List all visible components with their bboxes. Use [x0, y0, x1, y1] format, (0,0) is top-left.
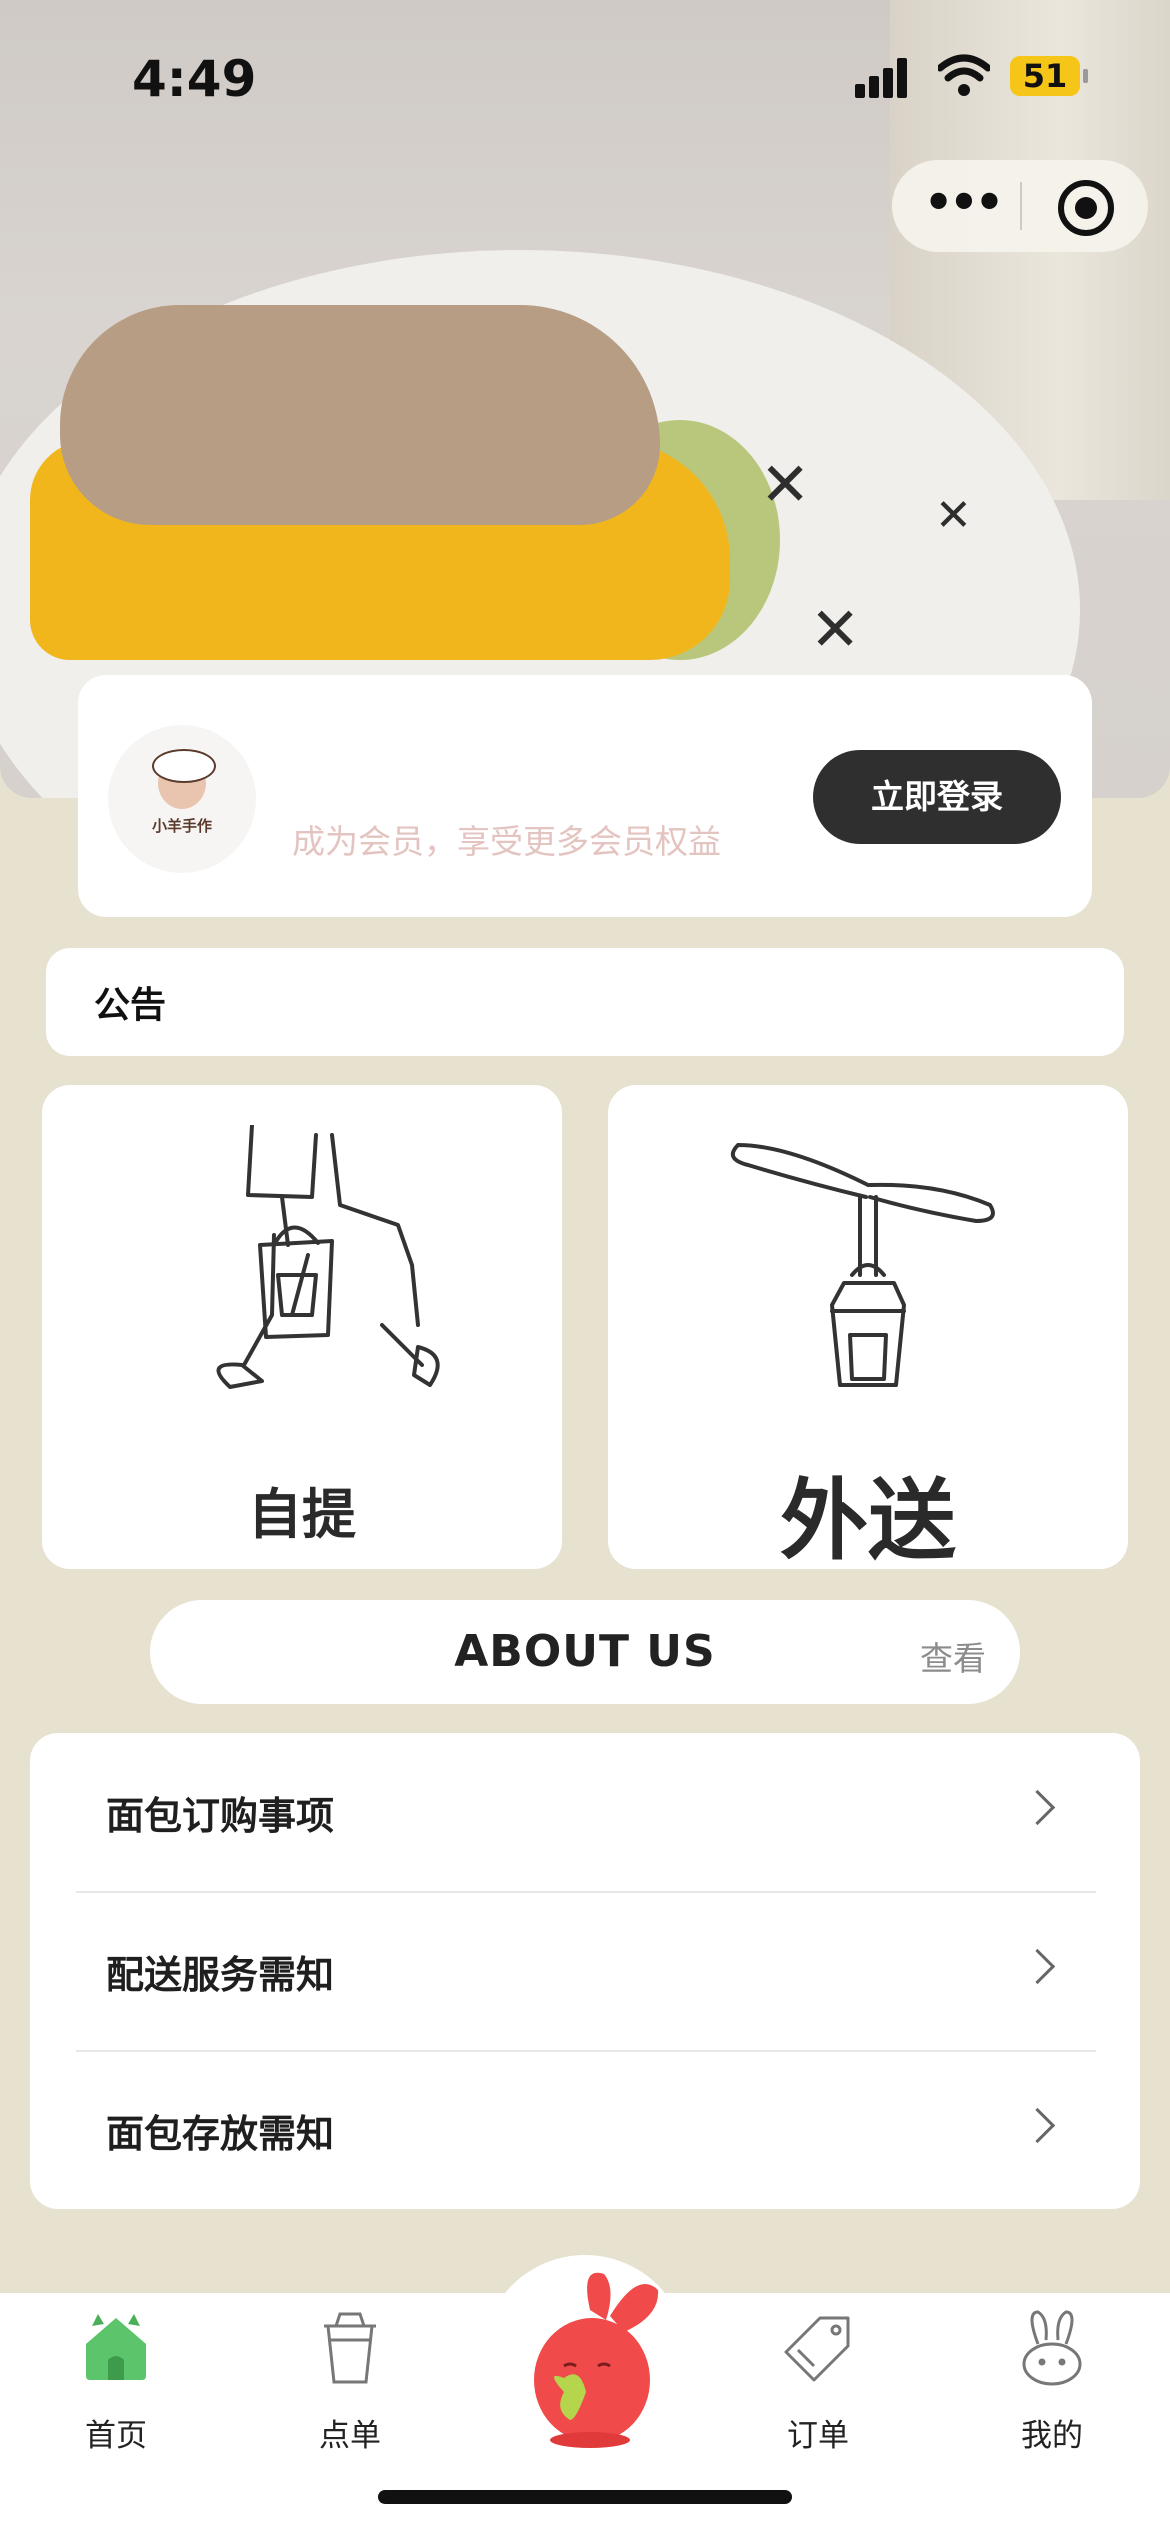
notice-bar[interactable]: 公告	[46, 948, 1124, 1056]
close-miniprogram-icon[interactable]	[1058, 180, 1114, 236]
list-item-label: 面包订购事项	[106, 1794, 335, 1838]
bunny-profile-icon	[1022, 2310, 1082, 2386]
more-options-icon[interactable]: •••	[922, 179, 1004, 225]
list-item-order-notes[interactable]: 面包订购事项	[76, 1733, 1096, 1893]
tab-order-menu-label: 点单	[319, 2418, 381, 2454]
cup-icon	[324, 2312, 376, 2384]
list-item-label: 面包存放需知	[106, 2112, 335, 2156]
plate-pattern: ✕	[760, 450, 811, 520]
plate-pattern: ✕	[810, 595, 861, 665]
notice-label: 公告	[94, 985, 167, 1026]
info-list: 面包订购事项 配送服务需知 面包存放需知	[30, 1733, 1140, 2209]
brand-logo: 小羊手作	[108, 725, 256, 873]
brand-logo-text: 小羊手作	[151, 817, 212, 835]
status-time: 4:49	[132, 50, 257, 108]
tag-icon	[784, 2316, 850, 2382]
wifi-icon	[938, 54, 990, 96]
list-item-delivery-notes[interactable]: 配送服务需知	[76, 1892, 1096, 2052]
tab-profile-label: 我的	[1021, 2418, 1083, 2454]
chevron-right-icon	[1019, 1948, 1056, 1985]
list-item-label: 配送服务需知	[106, 1953, 335, 1997]
member-card: 小羊手作 成为会员，享受更多会员权益 立即登录	[78, 675, 1092, 917]
list-item-storage-notes[interactable]: 面包存放需知	[76, 2051, 1096, 2209]
sheep-logo-icon	[152, 749, 216, 809]
delivery-card[interactable]: 外送	[608, 1085, 1128, 1572]
about-us-bar[interactable]: ABOUT US 查看	[150, 1600, 1020, 1704]
home-indicator[interactable]	[378, 2490, 792, 2504]
tab-home-label: 首页	[85, 2418, 147, 2454]
battery-icon: 51	[1010, 56, 1088, 96]
delivery-label: 外送	[779, 1469, 956, 1572]
mascot-bunny-icon[interactable]	[520, 2270, 670, 2450]
about-us-title: ABOUT US	[454, 1626, 716, 1677]
home-icon	[86, 2314, 146, 2380]
plate-pattern: ✕	[935, 490, 972, 541]
chevron-right-icon	[1019, 1789, 1056, 1826]
chevron-right-icon	[1019, 2107, 1056, 2144]
pickup-card[interactable]: 自提	[42, 1085, 562, 1569]
login-button[interactable]: 立即登录	[813, 750, 1061, 844]
about-us-view-link[interactable]: 查看	[920, 1632, 986, 1680]
pickup-label: 自提	[248, 1483, 356, 1546]
muffin-photo-element	[60, 305, 660, 525]
cellular-signal-icon	[855, 58, 915, 98]
member-benefit-prompt: 成为会员，享受更多会员权益	[292, 822, 721, 861]
miniprogram-capsule: •••	[892, 160, 1148, 252]
pickup-illustration-icon	[216, 1125, 440, 1389]
tab-orders-label: 订单	[787, 2418, 849, 2454]
delivery-drone-illustration-icon	[730, 1143, 995, 1387]
capsule-divider	[1020, 182, 1022, 230]
